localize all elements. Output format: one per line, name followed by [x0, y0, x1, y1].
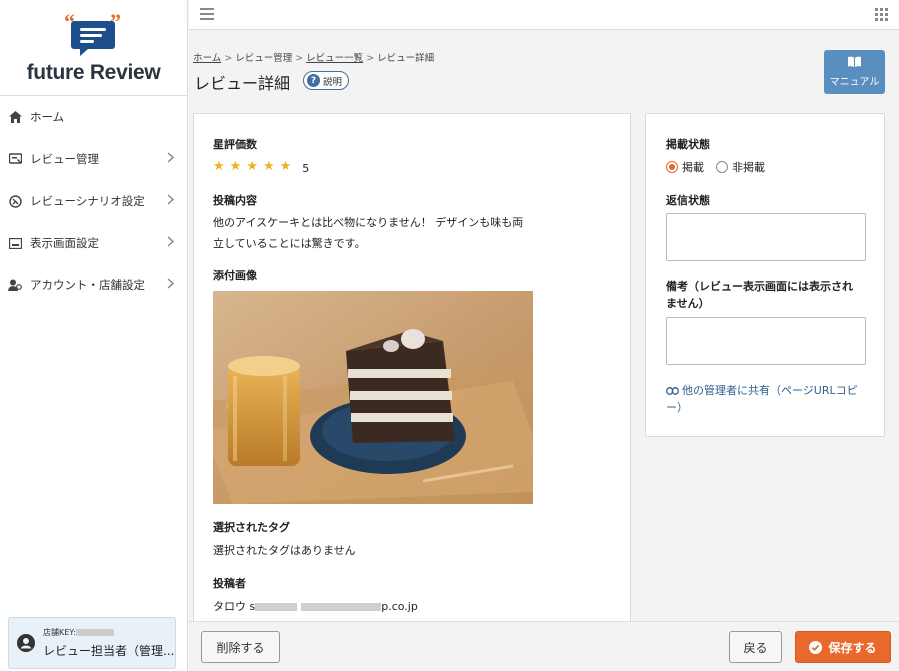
link-icon	[666, 386, 679, 395]
breadcrumb: ホーム > レビュー管理 > レビュー一覧 > レビュー詳細	[193, 53, 435, 64]
share-link[interactable]: 他の管理者に共有（ページURLコピ ー）	[666, 382, 871, 416]
tags-value: 選択されたタグはありません	[213, 544, 356, 557]
manual-label: マニュアル	[829, 77, 880, 88]
masked-store-key	[75, 629, 114, 636]
image-label: 添付画像	[213, 269, 257, 282]
book-icon	[848, 56, 861, 70]
sidebar-nav: ホーム レビュー管理 レビューシナリオ設定 表示画面設定 アカウント・店舗設定	[0, 96, 187, 306]
attached-image[interactable]	[213, 291, 533, 504]
help-label: 説明	[323, 76, 343, 88]
page-title: レビュー詳細	[194, 74, 291, 93]
display-icon	[8, 236, 22, 250]
user-account-box[interactable]: 店舗KEY: レビュー担当者（管理...	[8, 617, 176, 669]
publish-status-label: 掲載状態	[666, 138, 710, 151]
help-button[interactable]: ? 説明	[303, 71, 350, 90]
chevron-right-icon	[167, 152, 177, 166]
chevron-right-icon	[167, 236, 177, 250]
chevron-right-icon	[167, 194, 177, 208]
star-icon: ★	[213, 159, 225, 174]
note-textarea[interactable]	[666, 317, 866, 365]
content-label: 投稿内容	[213, 194, 257, 207]
note-label: 備考（レビュー表示画面には表示され ません）	[666, 280, 853, 310]
sidebar-item-review-scenario[interactable]: レビューシナリオ設定	[0, 180, 187, 222]
logo[interactable]: “ ” future Review	[0, 0, 187, 96]
sidebar-item-account-settings[interactable]: アカウント・店舗設定	[0, 264, 187, 306]
publish-status-radio-group: 掲載 非掲載	[666, 159, 765, 175]
star-rating: ★ ★ ★ ★ ★ 5	[213, 158, 309, 175]
manual-button[interactable]: マニュアル	[824, 50, 885, 94]
logo-text: future Review	[26, 61, 161, 84]
logo-icon: “ ”	[62, 9, 126, 57]
sidebar-item-label: レビュー管理	[30, 152, 99, 166]
star-icon: ★	[246, 159, 258, 174]
top-bar	[189, 0, 899, 30]
publish-option-label: 掲載	[682, 161, 704, 174]
unpublish-option-label: 非掲載	[732, 161, 765, 174]
reply-status-field[interactable]	[666, 213, 866, 261]
review-content: 他のアイスケーキとは比べ物になりません！ デザインも味も両 立していることには驚…	[213, 216, 524, 250]
star-icon: ★	[262, 159, 275, 174]
check-circle-icon	[809, 640, 823, 654]
breadcrumb-home-link[interactable]: ホーム	[193, 53, 221, 64]
account-icon	[8, 278, 22, 292]
store-key: 店舗KEY:	[43, 627, 174, 638]
sidebar-item-display-settings[interactable]: 表示画面設定	[0, 222, 187, 264]
rating-label: 星評価数	[213, 138, 257, 151]
star-icon: ★	[229, 159, 242, 174]
chevron-right-icon	[167, 278, 177, 292]
sidebar-item-label: レビューシナリオ設定	[30, 194, 145, 208]
sidebar: “ ” future Review ホーム レビュー管理 レビューシナリオ設定 …	[0, 0, 188, 671]
review-detail-card: 星評価数 ★ ★ ★ ★ ★ 5 投稿内容 他のアイスケーキとは比べ物になりませ…	[193, 113, 631, 643]
review-icon	[8, 152, 22, 166]
save-button[interactable]: 保存する	[795, 631, 891, 663]
reply-status-label: 返信状態	[666, 194, 710, 207]
breadcrumb-review-management: レビュー管理	[235, 53, 293, 64]
sidebar-item-label: ホーム	[30, 110, 65, 124]
status-card: 掲載状態 掲載 非掲載 返信状態 備考（レビュー表示画面には表示され ません） …	[645, 113, 885, 437]
poster-label: 投稿者	[213, 577, 246, 590]
sidebar-item-label: アカウント・店舗設定	[30, 278, 145, 292]
publish-radio[interactable]	[666, 161, 678, 173]
tags-label: 選択されたタグ	[213, 521, 290, 534]
save-label: 保存する	[828, 640, 877, 655]
poster-domain: p.co.jp	[381, 600, 418, 613]
poster-name: タロウ s	[213, 600, 256, 613]
sidebar-item-home[interactable]: ホーム	[0, 96, 187, 138]
masked-email	[301, 603, 382, 611]
back-button[interactable]: 戻る	[729, 631, 782, 663]
rating-value: 5	[302, 162, 310, 175]
poster-value: タロウ s p.co.jp	[213, 598, 418, 614]
scenario-icon	[8, 194, 22, 208]
app-grid-icon[interactable]	[875, 8, 888, 24]
question-icon: ?	[307, 74, 320, 87]
delete-button[interactable]: 削除する	[201, 631, 280, 663]
star-icon: ★	[279, 159, 292, 174]
breadcrumb-current: レビュー詳細	[377, 53, 435, 64]
masked-email	[255, 603, 298, 611]
sidebar-item-label: 表示画面設定	[30, 236, 99, 250]
user-avatar-icon	[17, 634, 35, 652]
hamburger-menu-icon[interactable]	[200, 8, 214, 23]
user-name: レビュー担当者（管理...	[43, 644, 175, 658]
unpublish-radio[interactable]	[716, 161, 728, 173]
breadcrumb-review-list-link[interactable]: レビュー一覧	[306, 53, 363, 64]
sidebar-item-review-management[interactable]: レビュー管理	[0, 138, 187, 180]
action-bar: 削除する 戻る 保存する	[189, 621, 899, 671]
home-icon	[8, 110, 22, 124]
